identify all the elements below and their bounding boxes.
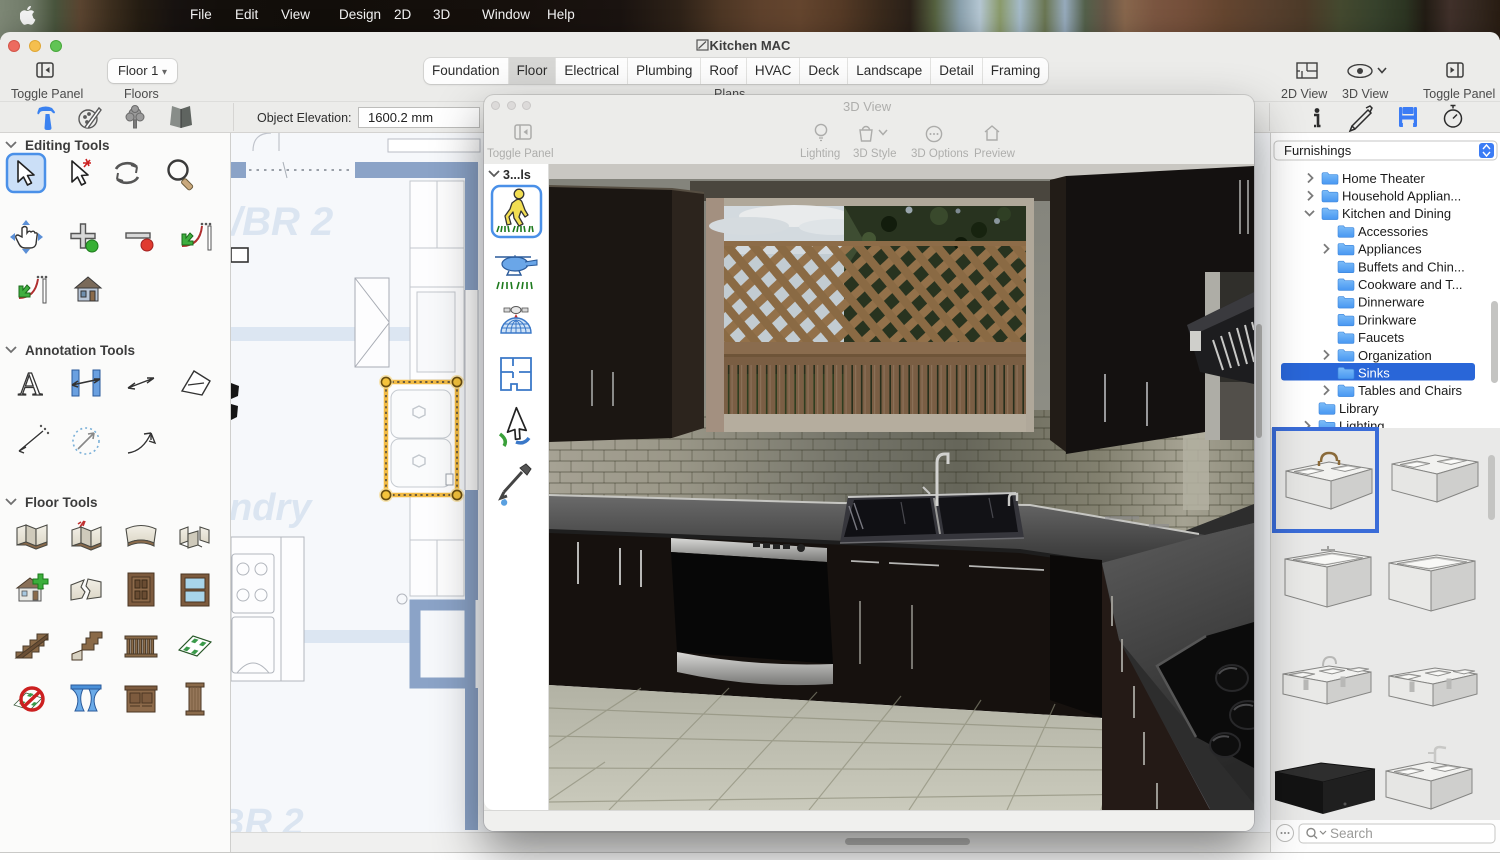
svg-text:Annotation Tools: Annotation Tools [25,343,135,358]
svg-text:3...ls: 3...ls [503,168,531,182]
svg-text:Household Applian...: Household Applian... [1342,189,1461,204]
svg-text:Faucets: Faucets [1358,330,1405,345]
svg-text:Search: Search [1330,826,1373,841]
svg-text:/BR 2: /BR 2 [231,200,333,244]
svg-text:Dinnerware: Dinnerware [1358,295,1424,310]
svg-text:Kitchen and Dining: Kitchen and Dining [1342,206,1451,221]
svg-text:Organization: Organization [1358,348,1432,363]
svg-text:Buffets and Chin...: Buffets and Chin... [1358,259,1465,274]
svg-text:Appliances: Appliances [1358,242,1422,257]
svg-text:Editing Tools: Editing Tools [25,138,110,153]
svg-text:Accessories: Accessories [1358,224,1429,239]
svg-text:ndry: ndry [231,487,313,529]
svg-text:Sinks: Sinks [1358,366,1390,381]
svg-text:Library: Library [1339,401,1379,416]
svg-text:Cookware and T...: Cookware and T... [1358,277,1463,292]
svg-text:Floor Tools: Floor Tools [25,495,98,510]
svg-text:Tables and Chairs: Tables and Chairs [1358,383,1463,398]
svg-text:Home Theater: Home Theater [1342,171,1426,186]
svg-text:Drinkware: Drinkware [1358,312,1417,327]
svg-text:BR 2: BR 2 [231,802,304,832]
svg-text:Furnishings: Furnishings [1284,143,1352,158]
svg-text:A: A [18,366,43,403]
